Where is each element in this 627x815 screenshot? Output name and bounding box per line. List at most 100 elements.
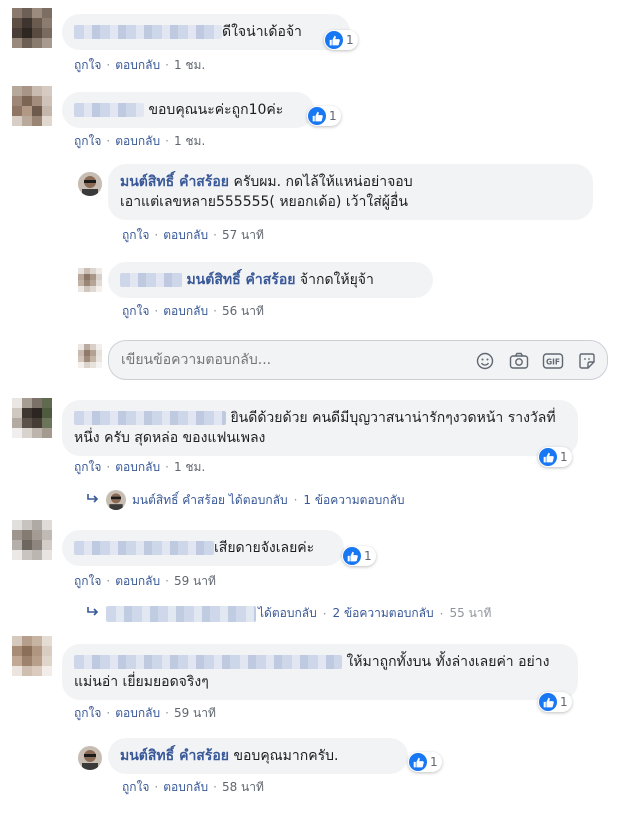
like-count-badge[interactable]: 1 <box>324 30 358 50</box>
like-count-badge[interactable]: 1 <box>408 752 442 772</box>
comment-bubble: ดีใจน่าเด้อจ้า <box>62 14 350 50</box>
like-count-badge[interactable]: 1 <box>538 692 572 712</box>
like-link[interactable]: ถูกใจ <box>74 574 101 588</box>
svg-text:GIF: GIF <box>546 358 560 367</box>
like-count: 1 <box>430 755 438 769</box>
reply-summary-action: ได้ตอบกลับ <box>228 492 288 507</box>
avatar[interactable] <box>12 8 52 48</box>
reply-arrow-icon <box>86 493 100 508</box>
blurred-author-name[interactable] <box>74 411 226 425</box>
comment-time[interactable]: 1 ชม. <box>174 58 205 72</box>
blurred-author-name[interactable] <box>74 541 214 555</box>
reply-arrow-icon <box>86 606 100 621</box>
comment-text: เสียดายจังเลยค่ะ <box>214 540 315 556</box>
reply-time: 55 นาที <box>449 606 492 620</box>
reply-author[interactable]: มนต์สิทธิ์ คำสร้อย <box>120 748 229 764</box>
like-count: 1 <box>560 695 568 709</box>
like-count: 1 <box>346 33 354 47</box>
reply-link[interactable]: ตอบกลับ <box>115 460 160 474</box>
comment-bubble: ขอบคุณนะค่ะถูก10ค่ะ <box>62 92 314 128</box>
like-count: 1 <box>329 109 337 123</box>
current-user-avatar <box>78 344 102 368</box>
reply-actions: ถูกใจ · ตอบกลับ · 56 นาที <box>122 304 264 318</box>
camera-icon[interactable] <box>507 349 531 373</box>
reply-count: 2 ข้อความตอบกลับ <box>332 606 434 620</box>
reply-bubble: มนต์สิทธิ์ คำสร้อย ครับผม. กดไล้ให้แหน่อ… <box>108 164 593 220</box>
comment-text: ดีใจน่าเด้อจ้า <box>222 24 302 40</box>
reply-author: มนต์สิทธิ์ คำสร้อย <box>132 492 226 507</box>
comment-time[interactable]: 59 นาที <box>174 706 216 720</box>
thumbs-up-icon <box>343 547 361 565</box>
comment-bubble: ให้มาถูกทั้งบน ทั้งล่างเลยค่า อย่างแม่นอ… <box>62 644 578 700</box>
reply-link[interactable]: ตอบกลับ <box>163 304 208 318</box>
reply-actions: ถูกใจ · ตอบกลับ · 57 นาที <box>122 228 264 242</box>
comment-time[interactable]: 1 ชม. <box>174 134 205 148</box>
reply-bubble: มนต์สิทธิ์ คำสร้อย จ้ากดให้ยุจ้า <box>108 262 433 298</box>
like-link[interactable]: ถูกใจ <box>74 134 101 148</box>
reply-link[interactable]: ตอบกลับ <box>115 706 160 720</box>
thumbs-up-icon <box>539 693 557 711</box>
reply-input-box: GIF <box>108 340 608 380</box>
reply-text: ขอบคุณมากครับ. <box>233 748 339 764</box>
reply-link[interactable]: ตอบกลับ <box>163 780 208 794</box>
avatar[interactable] <box>12 520 52 560</box>
like-link[interactable]: ถูกใจ <box>122 228 149 242</box>
blurred-author-name[interactable] <box>74 655 342 669</box>
blurred-author-name[interactable] <box>74 25 222 39</box>
like-count-badge[interactable]: 1 <box>342 546 376 566</box>
reply-author[interactable]: มนต์สิทธิ์ คำสร้อย <box>120 174 229 190</box>
reply-time[interactable]: 57 นาที <box>222 228 264 242</box>
like-link[interactable]: ถูกใจ <box>122 304 149 318</box>
thumbs-up-icon <box>409 753 427 771</box>
sticker-icon[interactable] <box>575 349 599 373</box>
avatar[interactable] <box>78 268 102 292</box>
view-replies-link[interactable]: มนต์สิทธิ์ คำสร้อย ได้ตอบกลับ · 1 ข้อความต… <box>86 490 405 510</box>
reply-bubble: มนต์สิทธิ์ คำสร้อย ขอบคุณมากครับ. <box>108 738 408 774</box>
reply-actions: ถูกใจ · ตอบกลับ · 58 นาที <box>122 780 264 794</box>
avatar <box>106 490 126 510</box>
avatar[interactable] <box>78 746 102 770</box>
comment-actions: ถูกใจ · ตอบกลับ · 1 ชม. <box>74 58 206 72</box>
blurred-author-name[interactable] <box>120 273 182 287</box>
like-link[interactable]: ถูกใจ <box>74 58 101 72</box>
reply-link[interactable]: ตอบกลับ <box>115 574 160 588</box>
thumbs-up-icon <box>325 31 343 49</box>
blurred-author-name <box>106 605 256 622</box>
like-count: 1 <box>364 549 372 563</box>
like-link[interactable]: ถูกใจ <box>74 706 101 720</box>
mentioned-user[interactable]: มนต์สิทธิ์ คำสร้อย <box>186 272 295 288</box>
like-link[interactable]: ถูกใจ <box>122 780 149 794</box>
reply-link[interactable]: ตอบกลับ <box>115 134 160 148</box>
reply-time[interactable]: 58 นาที <box>222 780 264 794</box>
reply-link[interactable]: ตอบกลับ <box>163 228 208 242</box>
comment-time[interactable]: 59 นาที <box>174 574 216 588</box>
comment-bubble: ยินดีด้วยด้วย คนดีมีบุญวาสนาน่ารักๆงวดหน… <box>62 400 578 456</box>
comment-actions: ถูกใจ · ตอบกลับ · 1 ชม. <box>74 134 206 148</box>
thumbs-up-icon <box>539 448 557 466</box>
avatar[interactable] <box>78 172 102 196</box>
reply-input[interactable] <box>109 341 449 379</box>
blurred-author-name[interactable] <box>74 103 144 117</box>
comment-actions: ถูกใจ · ตอบกลับ · 59 นาที <box>74 574 216 588</box>
comment-time[interactable]: 1 ชม. <box>174 460 205 474</box>
reply-count: 1 ข้อความตอบกลับ <box>303 492 405 507</box>
reply-text: ครับผม. กดไล้ให้แหน่อย่าจอบ <box>233 174 413 190</box>
reply-time[interactable]: 56 นาที <box>222 304 264 318</box>
gif-icon[interactable]: GIF <box>541 349 565 373</box>
comment-text: ขอบคุณนะค่ะถูก10ค่ะ <box>148 102 284 118</box>
avatar[interactable] <box>12 636 52 676</box>
reply-link[interactable]: ตอบกลับ <box>115 58 160 72</box>
thumbs-up-icon <box>308 107 326 125</box>
avatar[interactable] <box>12 86 52 126</box>
reply-text-line2: เอาแต่เลขหลาย555555( หยอกเด้อ) เว้าใส่ผู… <box>120 194 408 210</box>
like-count-badge[interactable]: 1 <box>307 106 341 126</box>
like-link[interactable]: ถูกใจ <box>74 460 101 474</box>
view-replies-link[interactable]: ได้ตอบกลับ · 2 ข้อความตอบกลับ · 55 นาที <box>86 604 491 623</box>
emoji-icon[interactable] <box>473 349 497 373</box>
comment-actions: ถูกใจ · ตอบกลับ · 1 ชม. <box>74 460 206 474</box>
like-count: 1 <box>560 450 568 464</box>
comment-actions: ถูกใจ · ตอบกลับ · 59 นาที <box>74 706 216 720</box>
avatar[interactable] <box>12 398 52 438</box>
reply-text: จ้ากดให้ยุจ้า <box>299 272 374 288</box>
like-count-badge[interactable]: 1 <box>538 447 572 467</box>
